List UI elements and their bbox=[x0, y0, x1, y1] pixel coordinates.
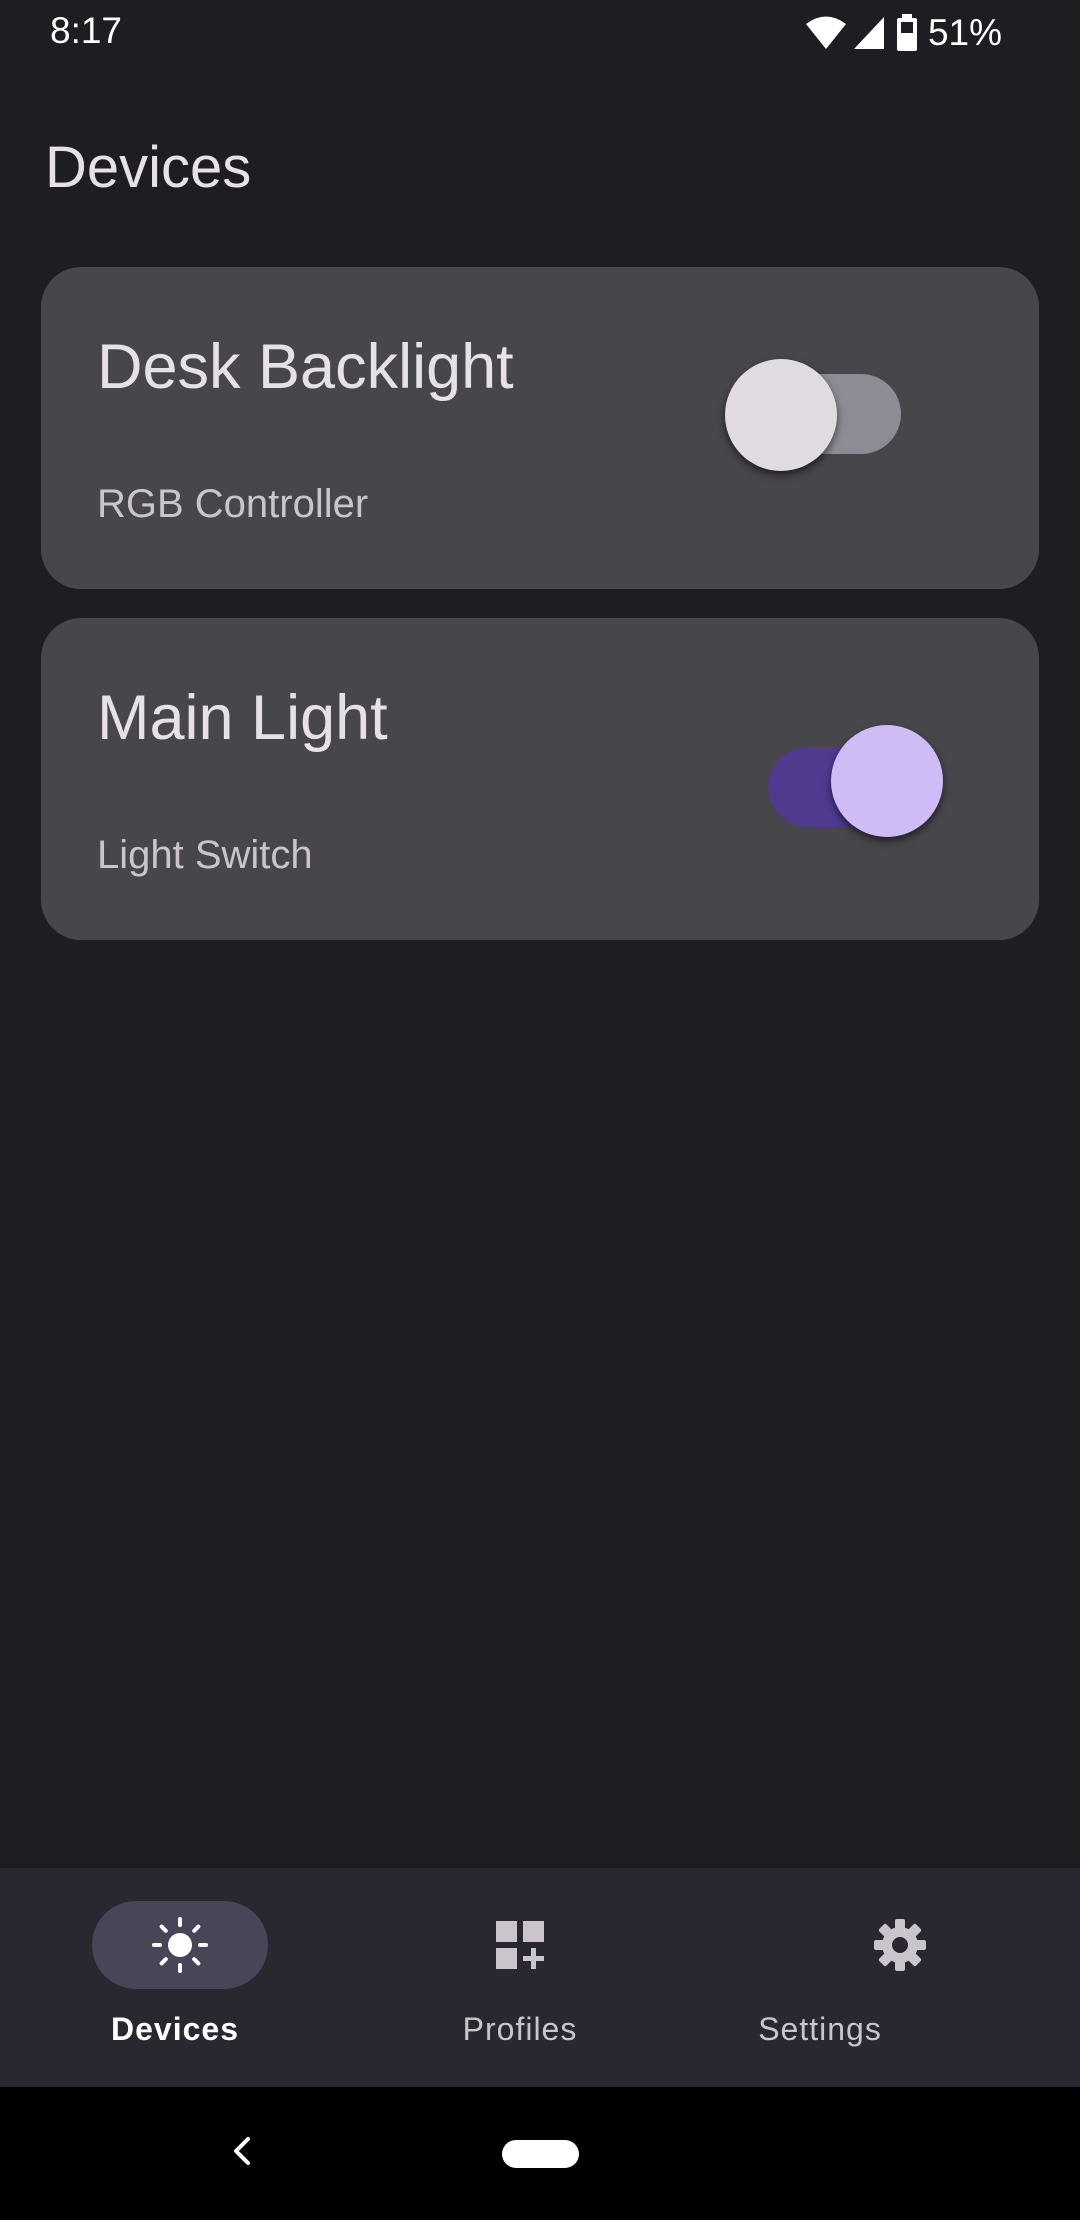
wifi-icon bbox=[804, 15, 848, 51]
system-navigation-bar bbox=[0, 2087, 1080, 2220]
nav-item-devices[interactable]: Devices bbox=[0, 1868, 360, 2087]
battery-icon bbox=[896, 14, 918, 52]
device-card[interactable]: Main Light Light Switch bbox=[41, 618, 1039, 940]
switch-thumb bbox=[725, 359, 837, 471]
status-icons: 51% bbox=[804, 10, 1002, 56]
screen: 8:17 51% Devices Desk Backlight RGB Cont… bbox=[0, 0, 1080, 2220]
back-icon[interactable] bbox=[222, 2131, 262, 2171]
switch-thumb bbox=[831, 725, 943, 837]
device-type: RGB Controller bbox=[97, 482, 369, 526]
battery-percent: 51% bbox=[927, 12, 1002, 53]
nav-item-profiles[interactable]: Profiles bbox=[360, 1868, 720, 2087]
nav-item-settings[interactable]: Settings bbox=[720, 1868, 1080, 2087]
page-title: Devices bbox=[45, 135, 252, 200]
bottom-navigation: Devices Profiles Settings bbox=[0, 1868, 1080, 2087]
device-toggle-switch[interactable] bbox=[768, 725, 943, 842]
dashboard-add-icon bbox=[490, 1915, 550, 1975]
sun-icon bbox=[150, 1915, 210, 1975]
gear-icon bbox=[870, 1915, 930, 1975]
device-type: Light Switch bbox=[97, 833, 313, 877]
device-toggle-switch[interactable] bbox=[725, 353, 901, 471]
nav-label: Settings bbox=[758, 2011, 882, 2047]
device-name: Main Light bbox=[97, 683, 388, 753]
status-time: 8:17 bbox=[50, 10, 123, 51]
nav-label: Devices bbox=[111, 2011, 239, 2047]
status-bar: 8:17 51% bbox=[0, 0, 1080, 66]
device-card[interactable]: Desk Backlight RGB Controller bbox=[41, 267, 1039, 589]
cell-signal-icon bbox=[852, 15, 886, 51]
home-pill[interactable] bbox=[502, 2140, 579, 2168]
device-name: Desk Backlight bbox=[97, 332, 514, 402]
